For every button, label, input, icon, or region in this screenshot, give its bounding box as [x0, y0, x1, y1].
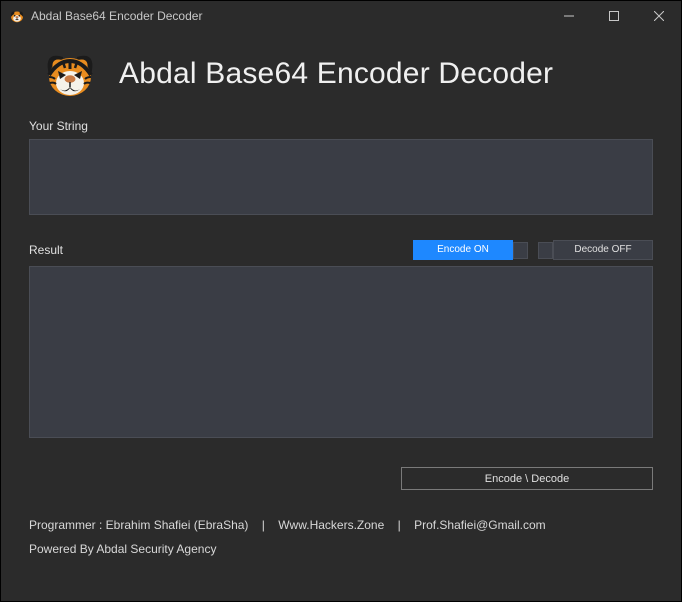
email-link[interactable]: Prof.Shafiei@Gmail.com [414, 518, 546, 532]
programmer-label: Programmer : Ebrahim Shafiei (EbraSha) [29, 518, 248, 532]
app-icon [9, 8, 25, 24]
window-title: Abdal Base64 Encoder Decoder [31, 9, 546, 23]
footer-line-1: Programmer : Ebrahim Shafiei (EbraSha) |… [29, 518, 653, 532]
powered-by-label: Powered By Abdal Security Agency [29, 542, 653, 556]
separator: | [398, 518, 401, 532]
site-link[interactable]: Www.Hackers.Zone [278, 518, 384, 532]
footer: Programmer : Ebrahim Shafiei (EbraSha) |… [29, 490, 653, 556]
decode-toggle-label: Decode OFF [553, 240, 653, 260]
decode-toggle[interactable]: Decode OFF [538, 240, 653, 260]
result-output[interactable] [29, 266, 653, 438]
separator: | [262, 518, 265, 532]
your-string-label: Your String [29, 119, 653, 133]
toggle-group: Encode ON Decode OFF [403, 240, 653, 260]
encode-decode-button[interactable]: Encode \ Decode [401, 467, 653, 490]
maximize-button[interactable] [591, 1, 636, 31]
encode-toggle-box [513, 242, 528, 259]
window-controls [546, 1, 681, 31]
your-string-input[interactable] [29, 139, 653, 215]
minimize-button[interactable] [546, 1, 591, 31]
app-title: Abdal Base64 Encoder Decoder [119, 57, 553, 91]
result-row: Result Encode ON Decode OFF [29, 240, 653, 260]
close-button[interactable] [636, 1, 681, 31]
content-area: Abdal Base64 Encoder Decoder Your String… [1, 31, 681, 566]
encode-toggle[interactable]: Encode ON [413, 240, 528, 260]
header: Abdal Base64 Encoder Decoder [29, 41, 653, 119]
tiger-logo-icon [43, 47, 97, 101]
decode-toggle-box [538, 242, 553, 259]
encode-toggle-label: Encode ON [413, 240, 513, 260]
titlebar: Abdal Base64 Encoder Decoder [1, 1, 681, 31]
result-label: Result [29, 243, 403, 257]
